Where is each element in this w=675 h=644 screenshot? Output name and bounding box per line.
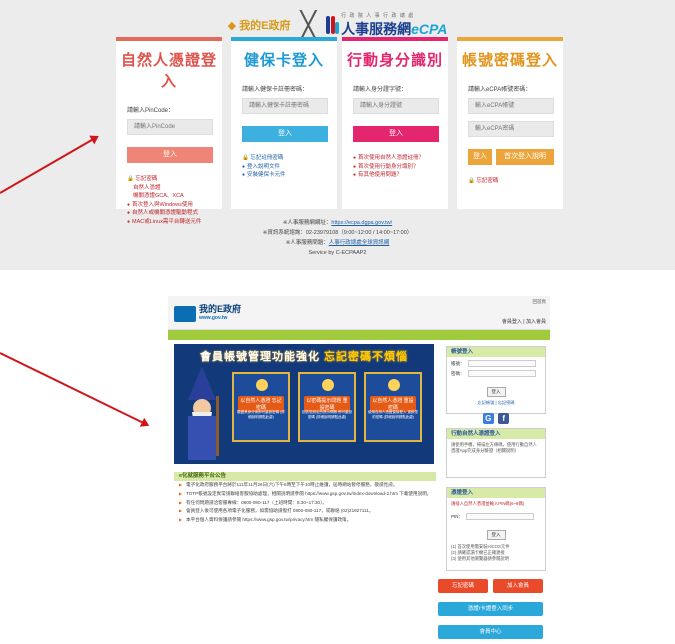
service-by: Service by C-ECPAAP2 [308, 250, 367, 256]
card-title: 自然人憑證登入 [120, 52, 217, 90]
announcements-header: e化就服務平台公告 [174, 472, 436, 481]
facebook-icon[interactable]: f [498, 413, 510, 424]
join-member-button[interactable]: 加入會員 [493, 579, 543, 593]
account-login-panel: 帳號登入 帳號： 密碼： 登入 忘記帳號 | 忘記密碼 G f [446, 346, 546, 424]
account-field[interactable] [467, 360, 536, 367]
cert-login-button[interactable]: 登入 [486, 530, 506, 540]
ecpa-logo-title: 人事服務網eCPA [341, 20, 448, 37]
link-forgot-password[interactable]: 🔒 忘記密碼 [468, 177, 563, 186]
pin-label: PIN： [451, 513, 464, 519]
pin-hint: 請插入自然人憑證並輸入PIN碼(6~8碼) [451, 501, 525, 506]
natural-cert-login-button[interactable]: 登入 [127, 147, 213, 163]
account-login-button[interactable]: 登入 [468, 149, 492, 165]
panel-title: 憑證登入 [447, 488, 545, 498]
account-label: 帳號： [451, 360, 465, 366]
promo-banner[interactable]: 會員帳號管理功能強化 忘記密碼不煩惱 以自然人憑證 忘記密碼 驗證其身分後即可重… [174, 344, 434, 464]
member-links[interactable]: 會員登入 | 加入會員 [502, 318, 546, 325]
panel-title: 行動自然人憑證登入 [447, 429, 545, 439]
ecpa-footer: ※人事服務網網址：https://ecpa.dgpa.gov.tw/ ※資訊系統… [0, 218, 675, 258]
account-links: 🔒 忘記密碼 [468, 177, 563, 186]
ecpa-login-page: ◆ 我的E政府 ╳ 行 政 院 人 事 行 政 總 處 人事服務網eCPA 自然… [0, 0, 675, 270]
card-account-password: 帳號密碼登入 請輸入eCPA帳號密碼： 輸入eCPA帳號 輸入eCPA密碼 登入… [457, 37, 563, 209]
ecpa-logo: 行 政 院 人 事 行 政 總 處 人事服務網eCPA [326, 12, 447, 39]
ecpa-header-logos: ◆ 我的E政府 ╳ 行 政 院 人 事 行 政 總 處 人事服務網eCPA [0, 10, 675, 40]
mobile-id-login-button[interactable]: 登入 [353, 126, 439, 142]
link-forgot-register-password[interactable]: 🔒 忘記註冊密碼 [242, 154, 337, 163]
link-first-use-mobile[interactable]: 首次使用行動身分識別？ [353, 163, 448, 172]
card-natural-cert: 自然人憑證登入 請輸入PinCode： 請輸入PinCode 登入 🔒 忘記密碼… [116, 37, 222, 225]
news-item: 有任何問題請洽客服專線：0800-080-117（上班時間：8:30~17:30… [174, 499, 436, 508]
forgot-password-button[interactable]: 忘記密碼 [438, 579, 488, 593]
forgot-links[interactable]: 忘記帳號 | 忘記密碼 [447, 400, 545, 406]
mygov-logo: ◆ 我的E政府 [227, 20, 291, 32]
red-arrow-bottom [0, 352, 148, 426]
pincode-input[interactable]: 請輸入PinCode [127, 119, 213, 135]
mygov-logo[interactable]: 我的E政府 www.gov.tw [174, 305, 241, 323]
mobile-id-links: 首次使用自然人憑證註冊？ 首次使用行動身分識別？ 有其他使用問題？ [353, 154, 448, 180]
health-card-password-input[interactable]: 請輸入健保卡註冊密碼 [242, 98, 328, 114]
banner-option-reset-cert[interactable]: 以自然人憑證 重設密碼 使用自然人憑證直接登入 重設您的密碼 (詳細說明請點此處… [364, 372, 422, 442]
support-phone: ※資訊系統諮詢：02-23979108（9:00~12:00 / 14:00~1… [262, 230, 413, 236]
ecpa-url-link[interactable]: https://ecpa.dgpa.gov.tw/ [331, 220, 392, 226]
panel-title: 帳號登入 [447, 347, 545, 357]
announcements: e化就服務平台公告 電子化政府服務平台將於111年11月26日(六)下午5時至下… [174, 472, 436, 525]
pincode-label: 請輸入PinCode： [127, 108, 175, 114]
pin-field[interactable] [466, 513, 535, 520]
account-input[interactable]: 輸入eCPA帳號 [468, 98, 554, 114]
forgot-password-link[interactable]: 🔒 忘記密碼 [127, 175, 222, 184]
link-org-cert[interactable]: 機關憑證GCA、XCA [127, 192, 222, 201]
nav-bar [168, 330, 550, 340]
news-item: TOTP帳號設定異常請聯絡客服協助處理，相關說明請參閱 https://www.… [174, 490, 436, 499]
card-title: 健保卡登入 [243, 52, 324, 69]
news-item: 本平台個人資料保護請參閱 https://www.gsp.gov.tw/priv… [174, 516, 436, 525]
mobile-cert-text: 請使用手機，掃描左方條碼，使用行動自然人憑證App完成身分驗證（相關說明） [451, 442, 537, 453]
google-icon[interactable]: G [482, 413, 494, 424]
moon-icon [256, 379, 268, 391]
key-icon [322, 379, 334, 391]
health-card-label: 請輸入健保卡註冊密碼： [242, 87, 309, 93]
id-label: 請輸入身分證字號： [353, 87, 408, 93]
card-icon [388, 379, 400, 391]
gov-login-button[interactable]: 登入 [486, 387, 506, 397]
news-item: 電子化政府服務平台將於111年11月26日(六)下午5時至下午10時止維護，屆時… [174, 481, 436, 490]
link-install-component[interactable]: 安裝健保卡元件 [242, 171, 337, 180]
mygov-logo-icon [174, 306, 196, 322]
link-login-doc[interactable]: 登入說明文件 [242, 163, 337, 172]
link-first-use-cert[interactable]: 首次使用自然人憑證註冊？ [353, 154, 448, 163]
wizard-illustration [188, 366, 219, 460]
health-card-links: 🔒 忘記註冊密碼 登入說明文件 安裝健保卡元件 [242, 154, 337, 180]
password-label: 密碼： [451, 370, 465, 376]
link-windows[interactable]: 首次登入與Windows使用 [127, 201, 222, 210]
link-natural-cert[interactable]: 自然人憑證 [127, 184, 222, 193]
id-number-input[interactable]: 請輸入身分證號 [353, 98, 439, 114]
password-field[interactable] [467, 370, 536, 377]
banner-title: 會員帳號管理功能強化 忘記密碼不煩惱 [199, 351, 409, 363]
banner-option-natural-cert[interactable]: 以自然人憑證 忘記密碼 驗證其身分後即可重設密碼 (詳細說明請點此處) [232, 372, 290, 442]
account-label: 請輸入eCPA帳號密碼： [468, 87, 532, 93]
card-title: 帳號密碼登入 [461, 52, 558, 69]
card-title: 行動身分識別 [346, 52, 443, 69]
dgpa-site-link[interactable]: 人事行政總處全球資訊網 [329, 240, 390, 246]
link-other-questions[interactable]: 有其他使用問題？ [353, 171, 448, 180]
cert-notes: (1) 首次使用需安裝HiCOS元件 (2) 請確認讀卡機已正確連接 (3) 使… [451, 544, 510, 561]
banner-option-hint-question[interactable]: 以密碼提示問題 重設密碼 回答您設定的提示問題 即可重設密碼 (詳細說明請點此處… [298, 372, 356, 442]
news-item: 會員登入後可使用各項電子化服務，如需協助請撥打 0800-080-117，或聯絡… [174, 507, 436, 516]
first-login-guide-button[interactable]: 首次登入說明 [496, 149, 554, 165]
mobile-cert-panel: 行動自然人憑證登入 請使用手機，掃描左方條碼，使用行動自然人憑證App完成身分驗… [446, 428, 546, 478]
ecpa-figure-icon [326, 14, 340, 36]
home-link[interactable]: 回首頁 [533, 299, 547, 305]
ecpa-logo-subtitle: 行 政 院 人 事 行 政 總 處 [341, 12, 415, 19]
card-health-card: 健保卡登入 請輸入健保卡註冊密碼： 請輸入健保卡註冊密碼 登入 🔒 忘記註冊密碼… [231, 37, 337, 209]
health-card-login-button[interactable]: 登入 [242, 126, 328, 142]
password-input[interactable]: 輸入eCPA密碼 [468, 121, 554, 137]
cross-icon: ╳ [300, 10, 317, 40]
member-center-button[interactable]: 會員中心 [438, 625, 543, 639]
mygov-page: 我的E政府 www.gov.tw 回首頁 會員登入 | 加入會員 會員帳號管理功能… [168, 296, 550, 644]
card-mobile-id: 行動身分識別 請輸入身分證字號： 請輸入身分證號 登入 首次使用自然人憑證註冊？… [342, 37, 448, 209]
mygov-header: 我的E政府 www.gov.tw 回首頁 會員登入 | 加入會員 [168, 296, 550, 330]
cert-login-panel: 憑證登入 請插入自然人憑證並輸入PIN碼(6~8碼) PIN： 登入 (1) 首… [446, 487, 546, 571]
link-driver[interactable]: 自然人或機關憑證驅動程式 [127, 209, 222, 218]
cert-sync-button[interactable]: 憑證/卡證登入同步 [438, 602, 543, 616]
